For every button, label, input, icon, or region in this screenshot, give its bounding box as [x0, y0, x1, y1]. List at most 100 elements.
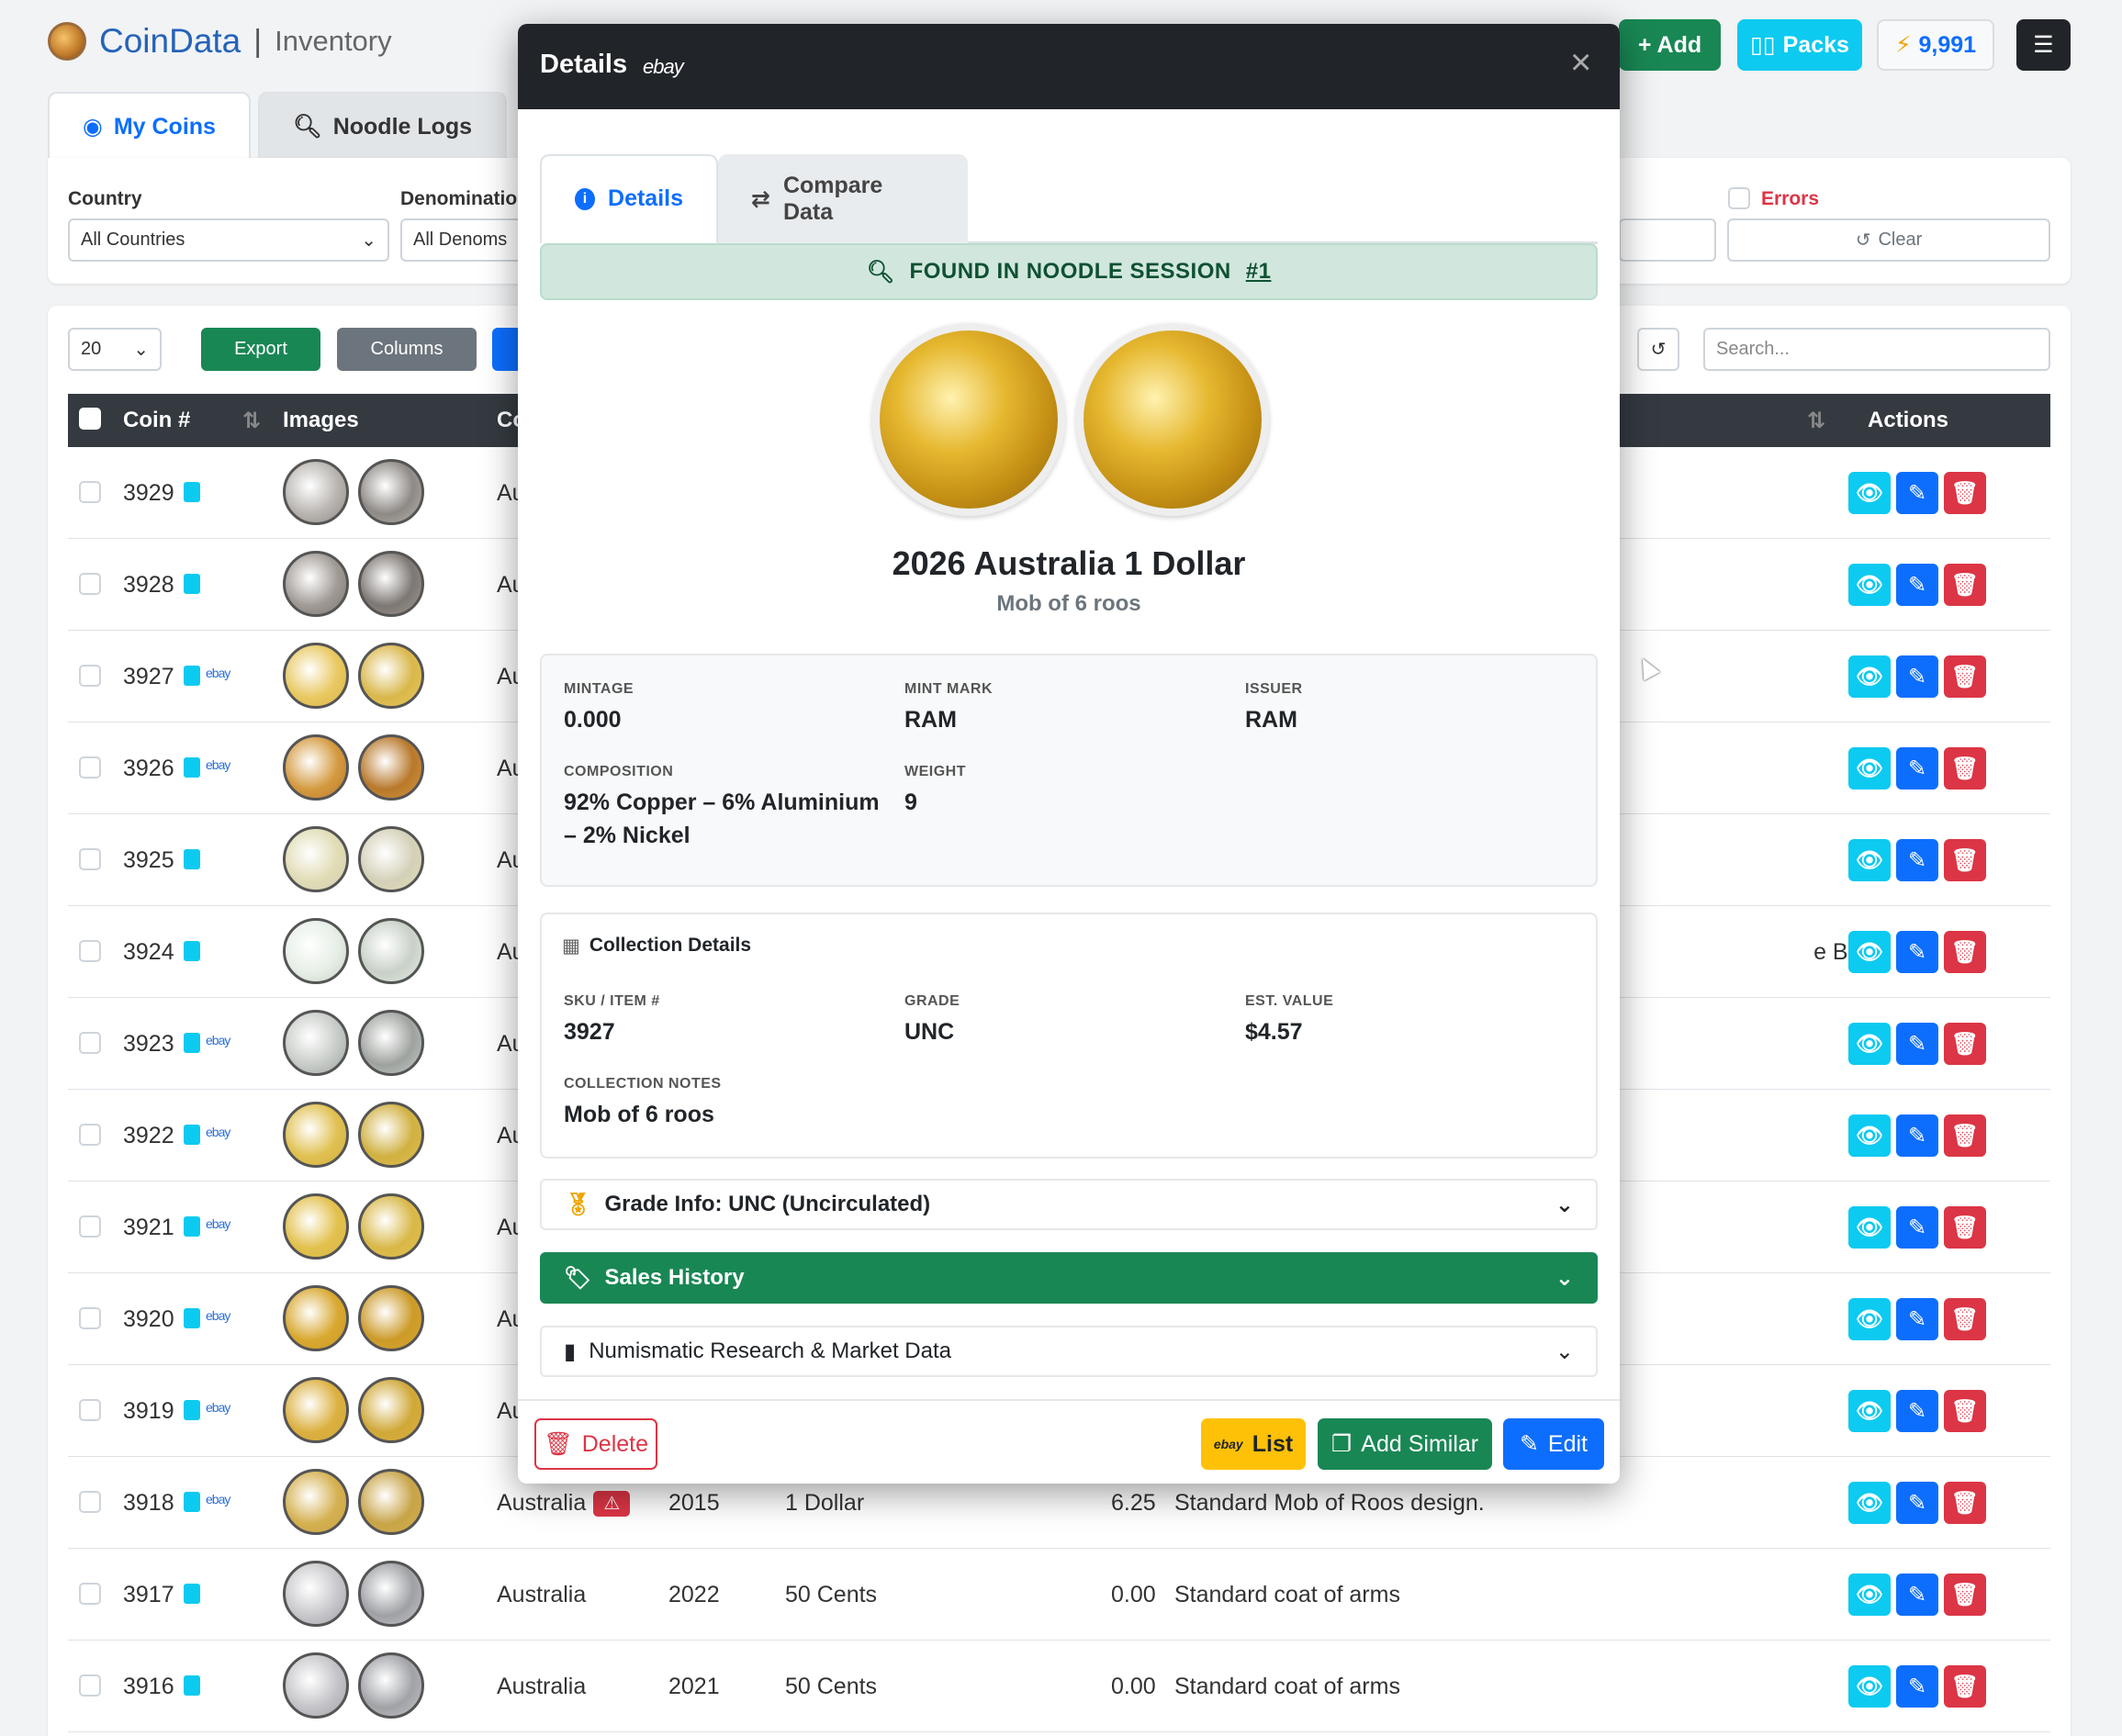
brand[interactable]: CoinData | Inventory — [48, 22, 392, 61]
coin-obverse-image[interactable] — [872, 323, 1065, 516]
coin-reverse-thumb[interactable] — [358, 551, 424, 617]
view-button[interactable]: 👁︎ — [1848, 1298, 1891, 1340]
grade-info-accordion[interactable]: 🏅︎ Grade Info: UNC (Uncirculated) ⌄ — [540, 1179, 1598, 1230]
coin-number[interactable]: 3926 — [123, 756, 174, 782]
sort-icon[interactable]: ⇅ — [1807, 408, 1825, 434]
delete-button[interactable]: 🗑︎ — [1944, 472, 1986, 514]
row-checkbox[interactable] — [79, 1307, 101, 1329]
coin-number[interactable]: 3927 — [123, 664, 174, 690]
filter-input-partial[interactable] — [1619, 218, 1716, 262]
tab-compare-data[interactable]: ⇄ Compare Data — [718, 154, 968, 244]
view-button[interactable]: 👁︎ — [1848, 1206, 1891, 1249]
document-icon[interactable] — [184, 666, 200, 686]
coin-number[interactable]: 3916 — [123, 1674, 174, 1700]
credits-button[interactable]: ⚡ 9,991 — [1877, 19, 1994, 71]
row-checkbox[interactable] — [79, 1399, 101, 1421]
coin-number[interactable]: 3918 — [123, 1490, 174, 1517]
coin-obverse-thumb[interactable] — [283, 1193, 349, 1260]
session-link[interactable]: #1 — [1246, 259, 1272, 285]
delete-button[interactable]: 🗑︎ — [1944, 1114, 1986, 1157]
reset-button[interactable]: ↺ — [1637, 328, 1679, 371]
edit-button[interactable]: ✎ — [1896, 1482, 1938, 1524]
delete-button[interactable]: 🗑︎ — [1944, 1574, 1986, 1616]
errors-checkbox[interactable] — [1728, 187, 1750, 209]
coin-obverse-thumb[interactable] — [283, 1102, 349, 1168]
document-icon[interactable] — [184, 1216, 200, 1237]
table-row[interactable]: 3917 Australia 2022 50 Cents 0.00 Standard co… — [68, 1549, 2050, 1641]
coin-reverse-thumb[interactable] — [358, 826, 424, 892]
tab-details[interactable]: i Details — [540, 154, 718, 244]
view-button[interactable]: 👁︎ — [1848, 472, 1891, 514]
coin-reverse-thumb[interactable] — [358, 1469, 424, 1535]
ebay-badge[interactable]: ebay — [206, 1308, 230, 1323]
row-checkbox[interactable] — [79, 940, 101, 962]
coin-reverse-thumb[interactable] — [358, 1561, 424, 1627]
coin-obverse-thumb[interactable] — [283, 826, 349, 892]
page-size-select[interactable]: 20 ⌄ — [68, 328, 162, 371]
edit-button[interactable]: ✎ — [1896, 931, 1938, 973]
view-button[interactable]: 👁︎ — [1848, 564, 1891, 606]
edit-button[interactable]: ✎ — [1896, 747, 1938, 790]
edit-button[interactable]: ✎ — [1896, 1298, 1938, 1340]
coin-reverse-thumb[interactable] — [358, 1102, 424, 1168]
view-button[interactable]: 👁︎ — [1848, 747, 1891, 790]
row-checkbox[interactable] — [79, 1674, 101, 1697]
coin-reverse-thumb[interactable] — [358, 459, 424, 525]
sort-icon[interactable]: ⇅ — [242, 408, 261, 434]
document-icon[interactable] — [184, 1675, 200, 1696]
coin-number[interactable]: 3921 — [123, 1215, 174, 1241]
coin-obverse-thumb[interactable] — [283, 734, 349, 801]
edit-button[interactable]: ✎ — [1896, 1390, 1938, 1432]
ebay-badge[interactable]: ebay — [206, 1216, 230, 1231]
view-button[interactable]: 👁︎ — [1848, 1390, 1891, 1432]
table-row[interactable]: 3916 Australia 2021 50 Cents 0.00 Standard co… — [68, 1641, 2050, 1732]
coin-obverse-thumb[interactable] — [283, 918, 349, 984]
add-button[interactable]: + Add — [1619, 19, 1721, 71]
country-select[interactable]: All Countries ⌄ — [68, 218, 389, 262]
delete-button[interactable]: 🗑︎ — [1944, 1298, 1986, 1340]
delete-button[interactable]: 🗑︎ — [1944, 655, 1986, 698]
coin-reverse-thumb[interactable] — [358, 1010, 424, 1076]
tab-noodle-logs[interactable]: 🔍︎ Noodle Logs — [257, 92, 508, 160]
menu-button[interactable]: ☰ — [2016, 19, 2071, 71]
view-button[interactable]: 👁︎ — [1848, 1665, 1891, 1708]
row-checkbox[interactable] — [79, 1032, 101, 1054]
row-checkbox[interactable] — [79, 1491, 101, 1513]
coin-number[interactable]: 3928 — [123, 572, 174, 599]
document-icon[interactable] — [184, 574, 200, 594]
delete-button[interactable]: 🗑︎ — [1944, 747, 1986, 790]
row-checkbox[interactable] — [79, 481, 101, 503]
coin-reverse-thumb[interactable] — [358, 1377, 424, 1443]
coin-reverse-thumb[interactable] — [358, 918, 424, 984]
list-button[interactable]: ebay List — [1201, 1418, 1306, 1470]
row-checkbox[interactable] — [79, 573, 101, 595]
coin-reverse-thumb[interactable] — [358, 1193, 424, 1260]
row-checkbox[interactable] — [79, 1215, 101, 1238]
col-coin-number[interactable]: Coin # — [123, 408, 190, 433]
edit-button[interactable]: ✎ — [1896, 1206, 1938, 1249]
select-all-checkbox[interactable] — [79, 408, 101, 430]
edit-button[interactable]: ✎ — [1896, 655, 1938, 698]
document-icon[interactable] — [184, 1308, 200, 1328]
delete-button[interactable]: 🗑︎ — [1944, 931, 1986, 973]
edit-button[interactable]: ✎ Edit — [1503, 1418, 1604, 1470]
coin-reverse-thumb[interactable] — [358, 1285, 424, 1351]
delete-button[interactable]: 🗑︎ — [1944, 564, 1986, 606]
coin-number[interactable]: 3929 — [123, 480, 174, 507]
ebay-badge[interactable]: ebay — [206, 1125, 230, 1139]
columns-button[interactable]: Columns — [337, 328, 477, 371]
edit-button[interactable]: ✎ — [1896, 1023, 1938, 1065]
coin-reverse-thumb[interactable] — [358, 1652, 424, 1719]
close-icon[interactable]: × — [1570, 42, 1591, 84]
view-button[interactable]: 👁︎ — [1848, 1482, 1891, 1524]
coin-reverse-thumb[interactable] — [358, 643, 424, 709]
row-checkbox[interactable] — [79, 1583, 101, 1605]
coin-number[interactable]: 3917 — [123, 1582, 174, 1608]
sales-history-accordion[interactable]: 🏷︎ Sales History ⌄ — [540, 1252, 1598, 1304]
delete-button[interactable]: 🗑︎ — [1944, 1023, 1986, 1065]
coin-number[interactable]: 3920 — [123, 1306, 174, 1333]
ebay-badge[interactable]: ebay — [206, 1400, 230, 1415]
coin-reverse-thumb[interactable] — [358, 734, 424, 801]
edit-button[interactable]: ✎ — [1896, 1665, 1938, 1708]
row-checkbox[interactable] — [79, 665, 101, 687]
